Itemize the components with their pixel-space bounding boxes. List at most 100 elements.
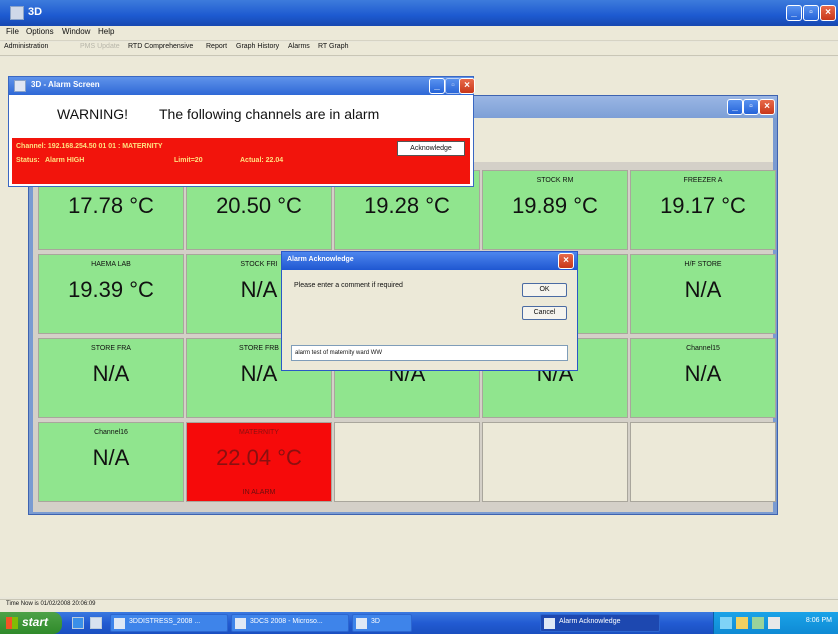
dialog-title: Alarm Acknowledge xyxy=(287,256,354,263)
menu-window[interactable]: Window xyxy=(62,27,90,36)
menu-file[interactable]: File xyxy=(6,27,19,36)
channel-name: MATERNITY xyxy=(239,429,279,436)
tray-clock: 8:06 PM xyxy=(805,617,832,624)
channel-tile[interactable]: STORE FRA N/A xyxy=(38,338,184,418)
channel-tile[interactable]: HAEMA LAB 19.39 °C xyxy=(38,254,184,334)
toolbar-administration[interactable]: Administration xyxy=(4,43,48,50)
taskbar-button-label: Alarm Acknowledge xyxy=(559,618,621,625)
channel-tile[interactable]: Channel16 N/A xyxy=(38,422,184,502)
alarm-limit: Limit=20 xyxy=(174,157,203,164)
taskbar-button-active[interactable]: Alarm Acknowledge xyxy=(540,614,660,632)
comment-input[interactable]: alarm test of maternity ward WW xyxy=(291,345,568,361)
taskbar-button-label: 3DCS 2008 - Microso... xyxy=(250,618,323,625)
channel-value: 20.50 °C xyxy=(216,193,302,218)
window-icon xyxy=(356,618,367,629)
alarm-actual: Actual: 22.04 xyxy=(240,157,284,164)
app-title: 3D xyxy=(28,6,43,18)
alarm-channel-line: Channel: 192.168.254.50 01 01 : MATERNIT… xyxy=(16,143,163,150)
toolbar-rtd-comprehensive[interactable]: RTD Comprehensive xyxy=(128,43,193,50)
empty-tile xyxy=(482,422,628,502)
alarm-screen-title-bar: 3D - Alarm Screen _ ▫ × xyxy=(9,77,475,95)
channel-value: 19.89 °C xyxy=(512,193,598,218)
restore-icon[interactable]: ▫ xyxy=(803,5,819,21)
alarm-window-icon xyxy=(14,80,26,92)
system-tray: 8:06 PM xyxy=(713,612,838,634)
start-button[interactable]: start xyxy=(0,612,62,634)
tray-update-icon[interactable] xyxy=(752,617,764,629)
channel-tile[interactable]: FREEZER A 19.17 °C xyxy=(630,170,776,250)
dialog-title-bar: Alarm Acknowledge × xyxy=(282,252,577,270)
alarm-screen-window: 3D - Alarm Screen _ ▫ × WARNING! The fol… xyxy=(8,76,475,187)
dialog-prompt: Please enter a comment if required xyxy=(294,282,403,289)
acknowledge-button[interactable]: Acknowledge xyxy=(397,141,465,156)
window-icon xyxy=(544,618,555,629)
window-icon xyxy=(114,618,125,629)
taskbar-button[interactable]: 3D xyxy=(352,614,412,632)
toolbar-alarms[interactable]: Alarms xyxy=(288,43,310,50)
channel-tile[interactable]: STOCK RM 19.89 °C xyxy=(482,170,628,250)
close-icon[interactable]: × xyxy=(820,5,836,21)
alarm-status-value: Alarm HIGH xyxy=(45,157,85,164)
window-icon xyxy=(235,618,246,629)
monitor-restore-icon[interactable]: ▫ xyxy=(743,99,759,115)
monitor-minimize-icon[interactable]: _ xyxy=(727,99,743,115)
alarm-minimize-icon[interactable]: _ xyxy=(429,78,445,94)
dialog-close-icon[interactable]: × xyxy=(558,253,574,269)
taskbar: start 3DDISTRESS_2008 ... 3DCS 2008 - Mi… xyxy=(0,612,838,634)
minimize-icon[interactable]: _ xyxy=(786,5,802,21)
channel-name: Channel16 xyxy=(94,429,128,436)
taskbar-button[interactable]: 3DDISTRESS_2008 ... xyxy=(110,614,228,632)
alarm-acknowledge-dialog: Alarm Acknowledge × Please enter a comme… xyxy=(281,251,578,371)
channel-tile[interactable]: H/F STORE N/A xyxy=(630,254,776,334)
toolbar-rt-graph[interactable]: RT Graph xyxy=(318,43,348,50)
status-bar: Time Now is 01/02/2008 20:06:09 xyxy=(0,599,838,612)
taskbar-button[interactable]: 3DCS 2008 - Microso... xyxy=(231,614,349,632)
warning-heading: WARNING! xyxy=(57,106,129,122)
toolbar-graph-history[interactable]: Graph History xyxy=(236,43,279,50)
quicklaunch-desktop-icon[interactable] xyxy=(90,617,102,629)
channel-tile[interactable]: Channel15 N/A xyxy=(630,338,776,418)
warning-message: The following channels are in alarm xyxy=(159,106,380,122)
toolbar-pms-update: PMS Update xyxy=(80,43,120,50)
tray-volume-icon[interactable] xyxy=(768,617,780,629)
quicklaunch-ie-icon[interactable] xyxy=(72,617,84,629)
channel-name: H/F STORE xyxy=(684,261,722,268)
tray-security-icon[interactable] xyxy=(736,617,748,629)
tray-network-icon[interactable] xyxy=(720,617,732,629)
alarm-state-label: IN ALARM xyxy=(242,489,276,496)
main-title-bar: 3D _ ▫ × xyxy=(0,0,838,26)
channel-value: 22.04 °C xyxy=(216,445,302,470)
alarm-close-icon[interactable]: × xyxy=(459,78,475,94)
cancel-button[interactable]: Cancel xyxy=(522,306,567,320)
toolbar-report[interactable]: Report xyxy=(206,43,227,50)
channel-value: 17.78 °C xyxy=(68,193,154,218)
alarm-detail-band: Channel: 192.168.254.50 01 01 : MATERNIT… xyxy=(12,138,470,184)
channel-name: STOCK RM xyxy=(536,177,574,184)
channel-value: N/A xyxy=(92,445,130,470)
channel-value: N/A xyxy=(92,361,130,386)
status-time-text: Time Now is 01/02/2008 20:06:09 xyxy=(6,601,96,607)
alarm-screen-title: 3D - Alarm Screen xyxy=(31,80,100,89)
channel-value: N/A xyxy=(684,277,722,302)
alarm-status-label: Status: xyxy=(16,157,40,164)
channel-name: HAEMA LAB xyxy=(91,261,131,268)
windows-logo-icon xyxy=(6,617,18,629)
channel-value: 19.17 °C xyxy=(660,193,746,218)
start-label: start xyxy=(22,615,49,629)
app-icon xyxy=(10,6,24,20)
channel-name: Channel15 xyxy=(686,345,720,352)
menu-options[interactable]: Options xyxy=(26,27,54,36)
menu-help[interactable]: Help xyxy=(98,27,114,36)
taskbar-button-label: 3D xyxy=(371,618,380,625)
channel-value: 19.39 °C xyxy=(68,277,154,302)
taskbar-button-label: 3DDISTRESS_2008 ... xyxy=(129,618,201,625)
menu-bar: File Options Window Help xyxy=(0,26,838,41)
channel-name: FREEZER A xyxy=(683,177,723,184)
monitor-close-icon[interactable]: × xyxy=(759,99,775,115)
empty-tile xyxy=(334,422,480,502)
ok-button[interactable]: OK xyxy=(522,283,567,297)
channel-name: STORE FRA xyxy=(91,345,131,352)
channel-value: 19.28 °C xyxy=(364,193,450,218)
channel-tile-alarm[interactable]: MATERNITY 22.04 °C IN ALARM xyxy=(186,422,332,502)
empty-tile xyxy=(630,422,776,502)
